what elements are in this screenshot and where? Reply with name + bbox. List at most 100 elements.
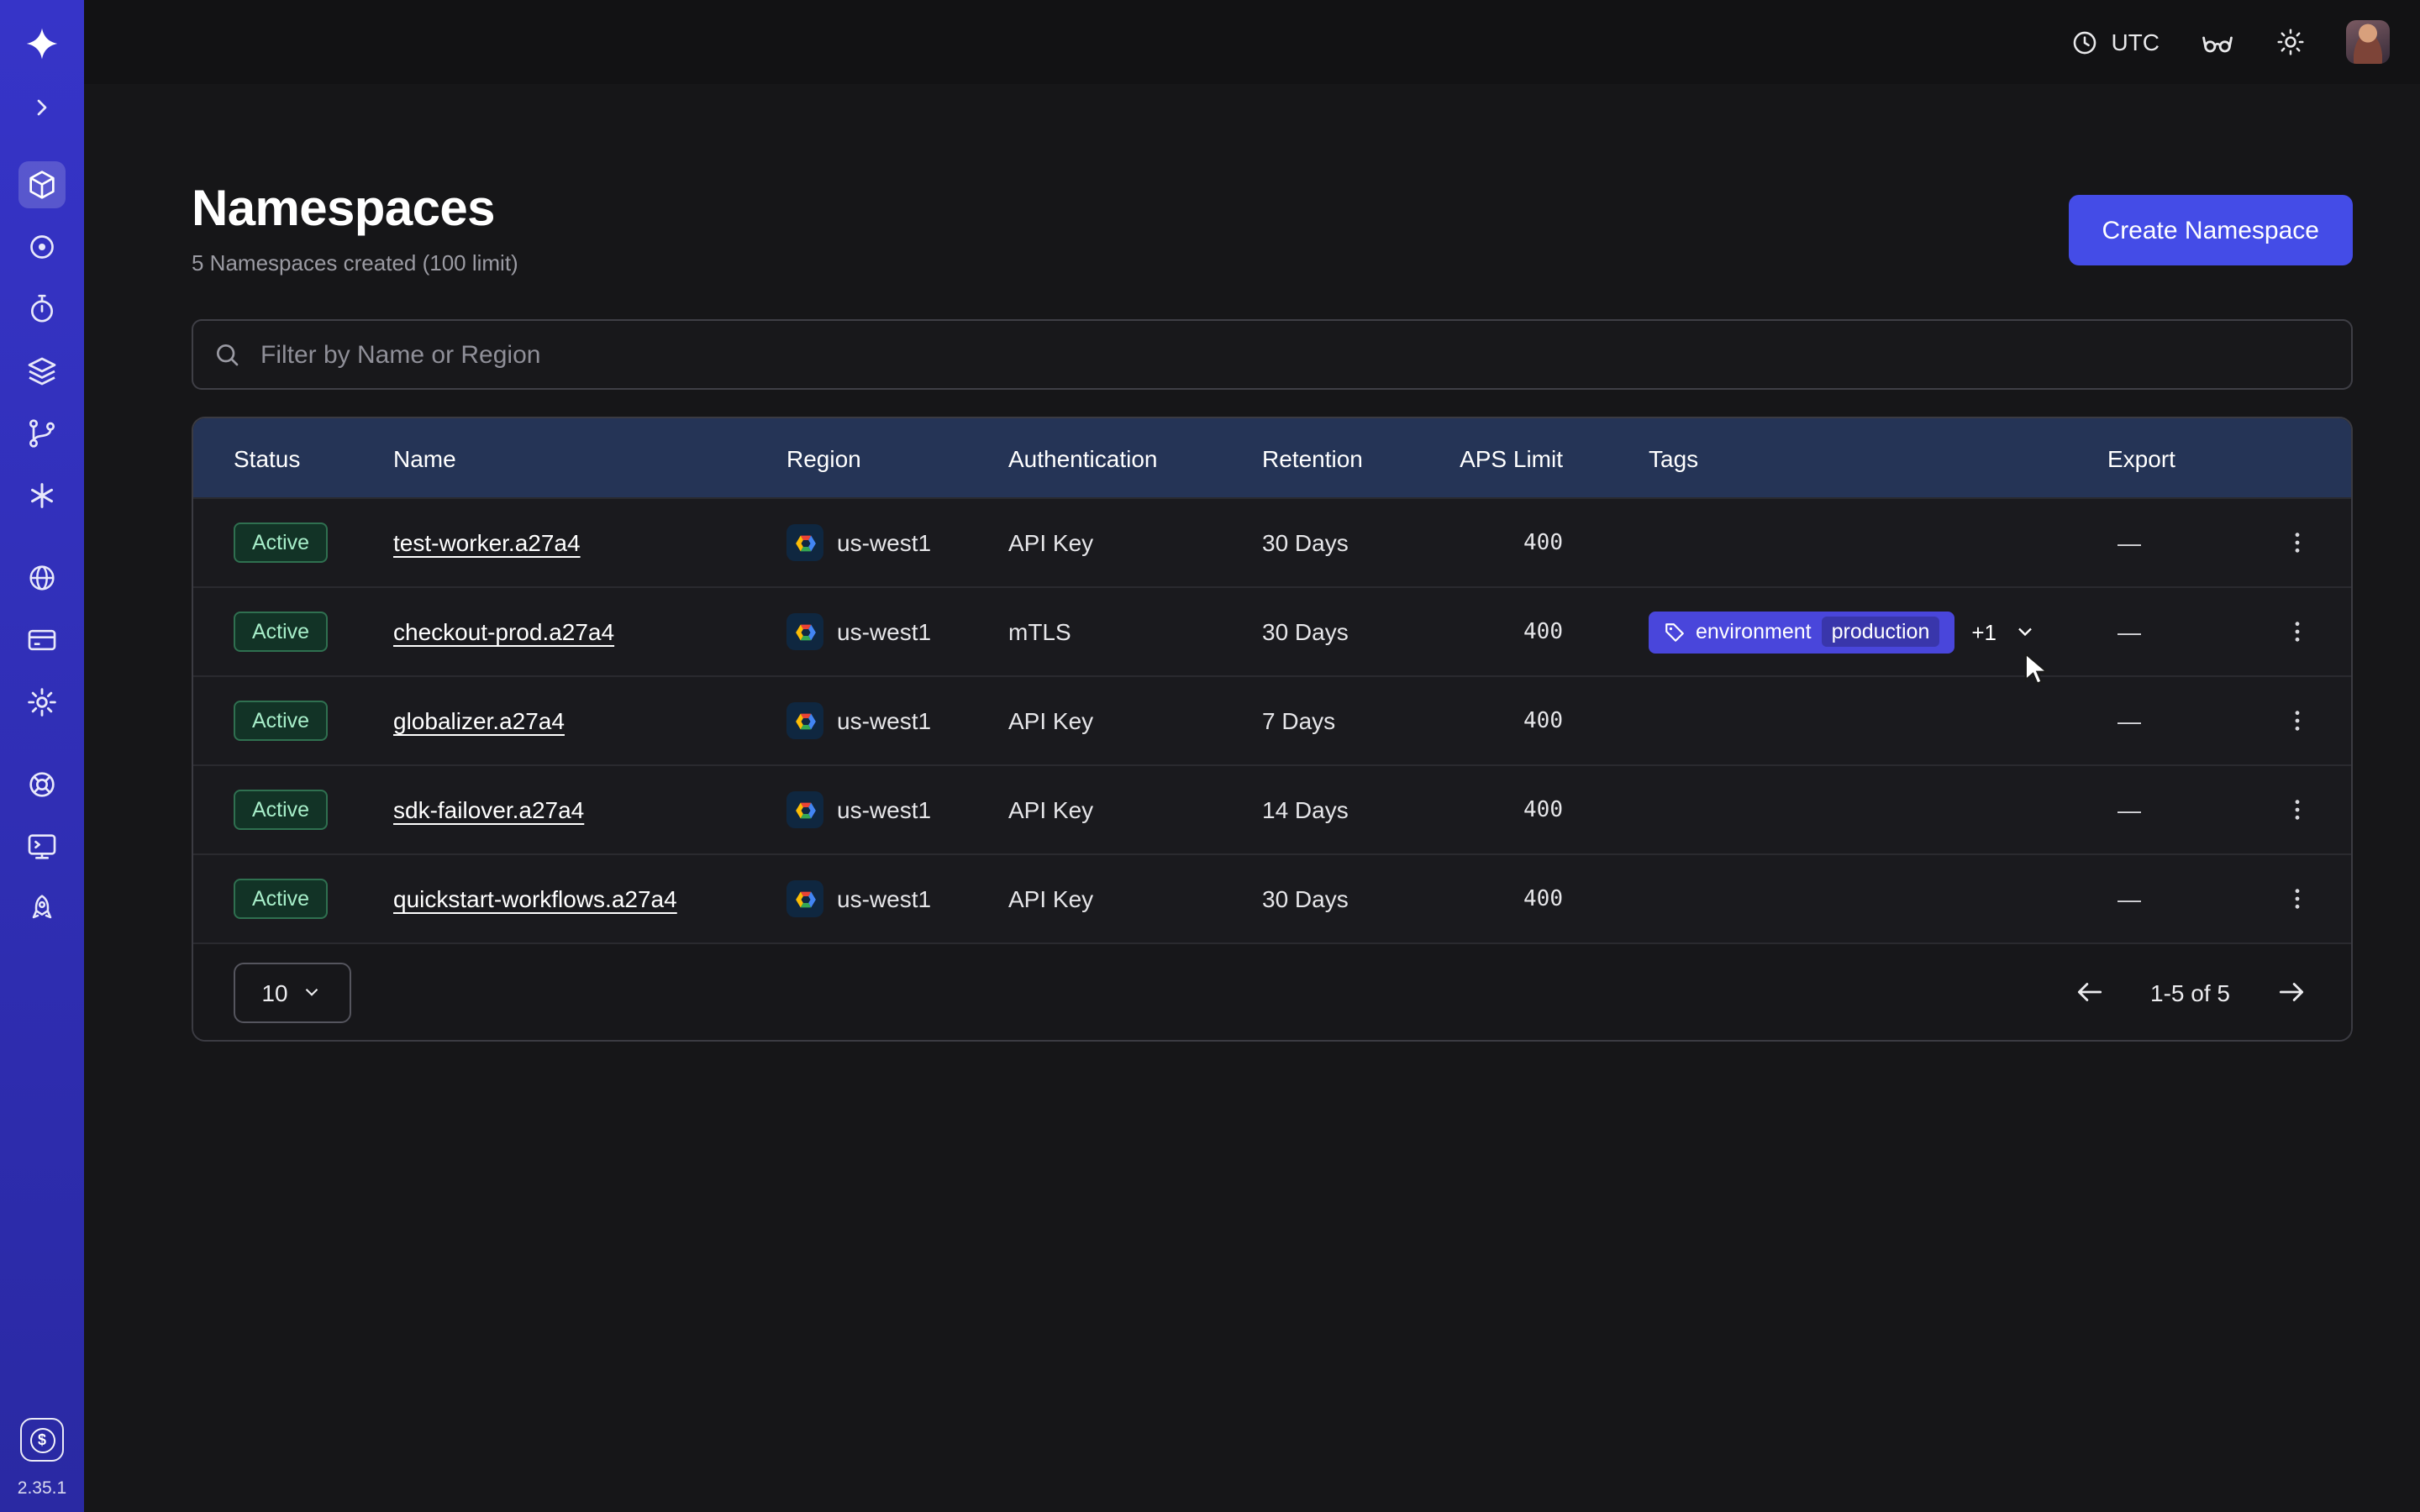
nexus-icon [25,479,59,512]
namespaces-table: Status Name Region Authentication Retent… [192,417,2353,1042]
table-row[interactable]: Active globalizer.a27a4 us-west1 API Key… [193,675,2351,764]
sidebar-item-batch-operations[interactable] [18,410,66,457]
sidebar-item-getting-started[interactable] [18,885,66,932]
arrow-right-icon [2275,976,2307,1008]
status-badge: Active [234,790,328,830]
namespace-link[interactable]: quickstart-workflows.a27a4 [393,885,677,912]
sidebar-item-namespaces[interactable] [18,161,66,208]
console-icon [25,830,59,864]
region-cell: us-west1 [786,702,1008,739]
status-cell: Active [234,879,393,919]
gcp-icon [786,613,823,650]
expand-chevron-icon [29,94,55,121]
aps-limit-cell: 400 [1455,530,1649,555]
sidebar-item-workflows[interactable] [18,223,66,270]
retention-cell: 30 Days [1262,618,1455,645]
timezone-label: UTC [2111,29,2160,55]
labs-toggle-button[interactable] [2200,24,2235,60]
namespace-link[interactable]: sdk-failover.a27a4 [393,796,584,823]
sidebar-item-support[interactable] [18,761,66,808]
sidebar-item-nexus[interactable] [18,472,66,519]
sidebar-item-settings[interactable] [18,679,66,726]
status-badge: Active [234,522,328,563]
aps-limit-cell: 400 [1455,619,1649,644]
filter-input[interactable] [192,319,2353,390]
row-actions-button[interactable] [2242,796,2351,823]
tags-expand-chevron-icon[interactable] [2013,620,2037,643]
row-actions-button[interactable] [2242,618,2351,645]
billing-icon [25,623,59,657]
name-cell: checkout-prod.a27a4 [393,618,786,645]
gcp-icon [786,880,823,917]
table-row[interactable]: Active checkout-prod.a27a4 us-west1 mTLS… [193,586,2351,675]
region-cell: us-west1 [786,880,1008,917]
export-cell: — [2107,796,2242,823]
usage-icon: $ [29,1427,55,1452]
status-cell: Active [234,522,393,563]
namespace-link[interactable]: checkout-prod.a27a4 [393,618,614,645]
pagination-range-label: 1-5 of 5 [2150,979,2230,1005]
sidebar-item-billing[interactable] [18,617,66,664]
kebab-menu-icon [2283,707,2310,734]
namespace-link[interactable]: globalizer.a27a4 [393,707,565,734]
export-cell: — [2107,885,2242,912]
gcp-icon [786,791,823,828]
sidebar-item-cloud[interactable] [18,554,66,601]
status-badge: Active [234,879,328,919]
namespaces-icon [25,168,59,202]
tag-key: environment [1696,620,1812,643]
sidebar-item-schedules[interactable] [18,286,66,333]
column-header-tags: Tags [1649,444,2107,471]
getting-started-icon [25,892,59,926]
filter-bar [192,319,2353,390]
table-footer: 10 1-5 of 5 [193,942,2351,1040]
sidebar-item-console[interactable] [18,823,66,870]
row-actions-button[interactable] [2242,529,2351,556]
tag-chip[interactable]: environmentproduction [1649,611,1954,653]
sun-icon [2275,27,2306,57]
status-badge: Active [234,612,328,652]
sidebar-expand-button[interactable] [18,84,66,131]
retention-cell: 30 Days [1262,885,1455,912]
table-row[interactable]: Active quickstart-workflows.a27a4 us-wes… [193,853,2351,942]
next-page-button[interactable] [2272,973,2311,1011]
export-cell: — [2107,707,2242,734]
status-cell: Active [234,701,393,741]
column-header-aps-limit: APS Limit [1455,444,1649,471]
gcp-icon [786,524,823,561]
name-cell: sdk-failover.a27a4 [393,796,786,823]
column-header-region: Region [786,444,1008,471]
user-avatar[interactable] [2346,20,2390,64]
namespace-link[interactable]: test-worker.a27a4 [393,529,581,556]
chevron-down-icon [302,981,324,1003]
page-header: Namespaces 5 Namespaces created (100 lim… [192,181,2353,276]
region-label: us-west1 [837,796,931,823]
table-row[interactable]: Active sdk-failover.a27a4 us-west1 API K… [193,764,2351,853]
region-cell: us-west1 [786,791,1008,828]
aps-limit-cell: 400 [1455,886,1649,911]
create-namespace-button[interactable]: Create Namespace [2069,195,2353,265]
column-header-authentication: Authentication [1008,444,1262,471]
timezone-selector[interactable]: UTC [2070,28,2160,56]
authentication-cell: API Key [1008,885,1262,912]
sidebar-item-deployments[interactable] [18,348,66,395]
usage-button[interactable]: $ [20,1418,64,1462]
batch-operations-icon [25,417,59,450]
sidebar: $ 2.35.1 [0,0,84,1512]
status-cell: Active [234,790,393,830]
previous-page-button[interactable] [2070,973,2108,1011]
row-actions-button[interactable] [2242,885,2351,912]
page-size-select[interactable]: 10 [234,962,351,1022]
page-title-block: Namespaces 5 Namespaces created (100 lim… [192,181,518,276]
row-actions-button[interactable] [2242,707,2351,734]
temporal-logo[interactable] [18,20,66,67]
region-cell: us-west1 [786,613,1008,650]
region-label: us-west1 [837,618,931,645]
kebab-menu-icon [2283,529,2310,556]
theme-toggle-button[interactable] [2275,27,2306,57]
table-row[interactable]: Active test-worker.a27a4 us-west1 API Ke… [193,497,2351,586]
kebab-menu-icon [2283,618,2310,645]
workflows-icon [25,230,59,264]
aps-limit-cell: 400 [1455,797,1649,822]
region-label: us-west1 [837,885,931,912]
